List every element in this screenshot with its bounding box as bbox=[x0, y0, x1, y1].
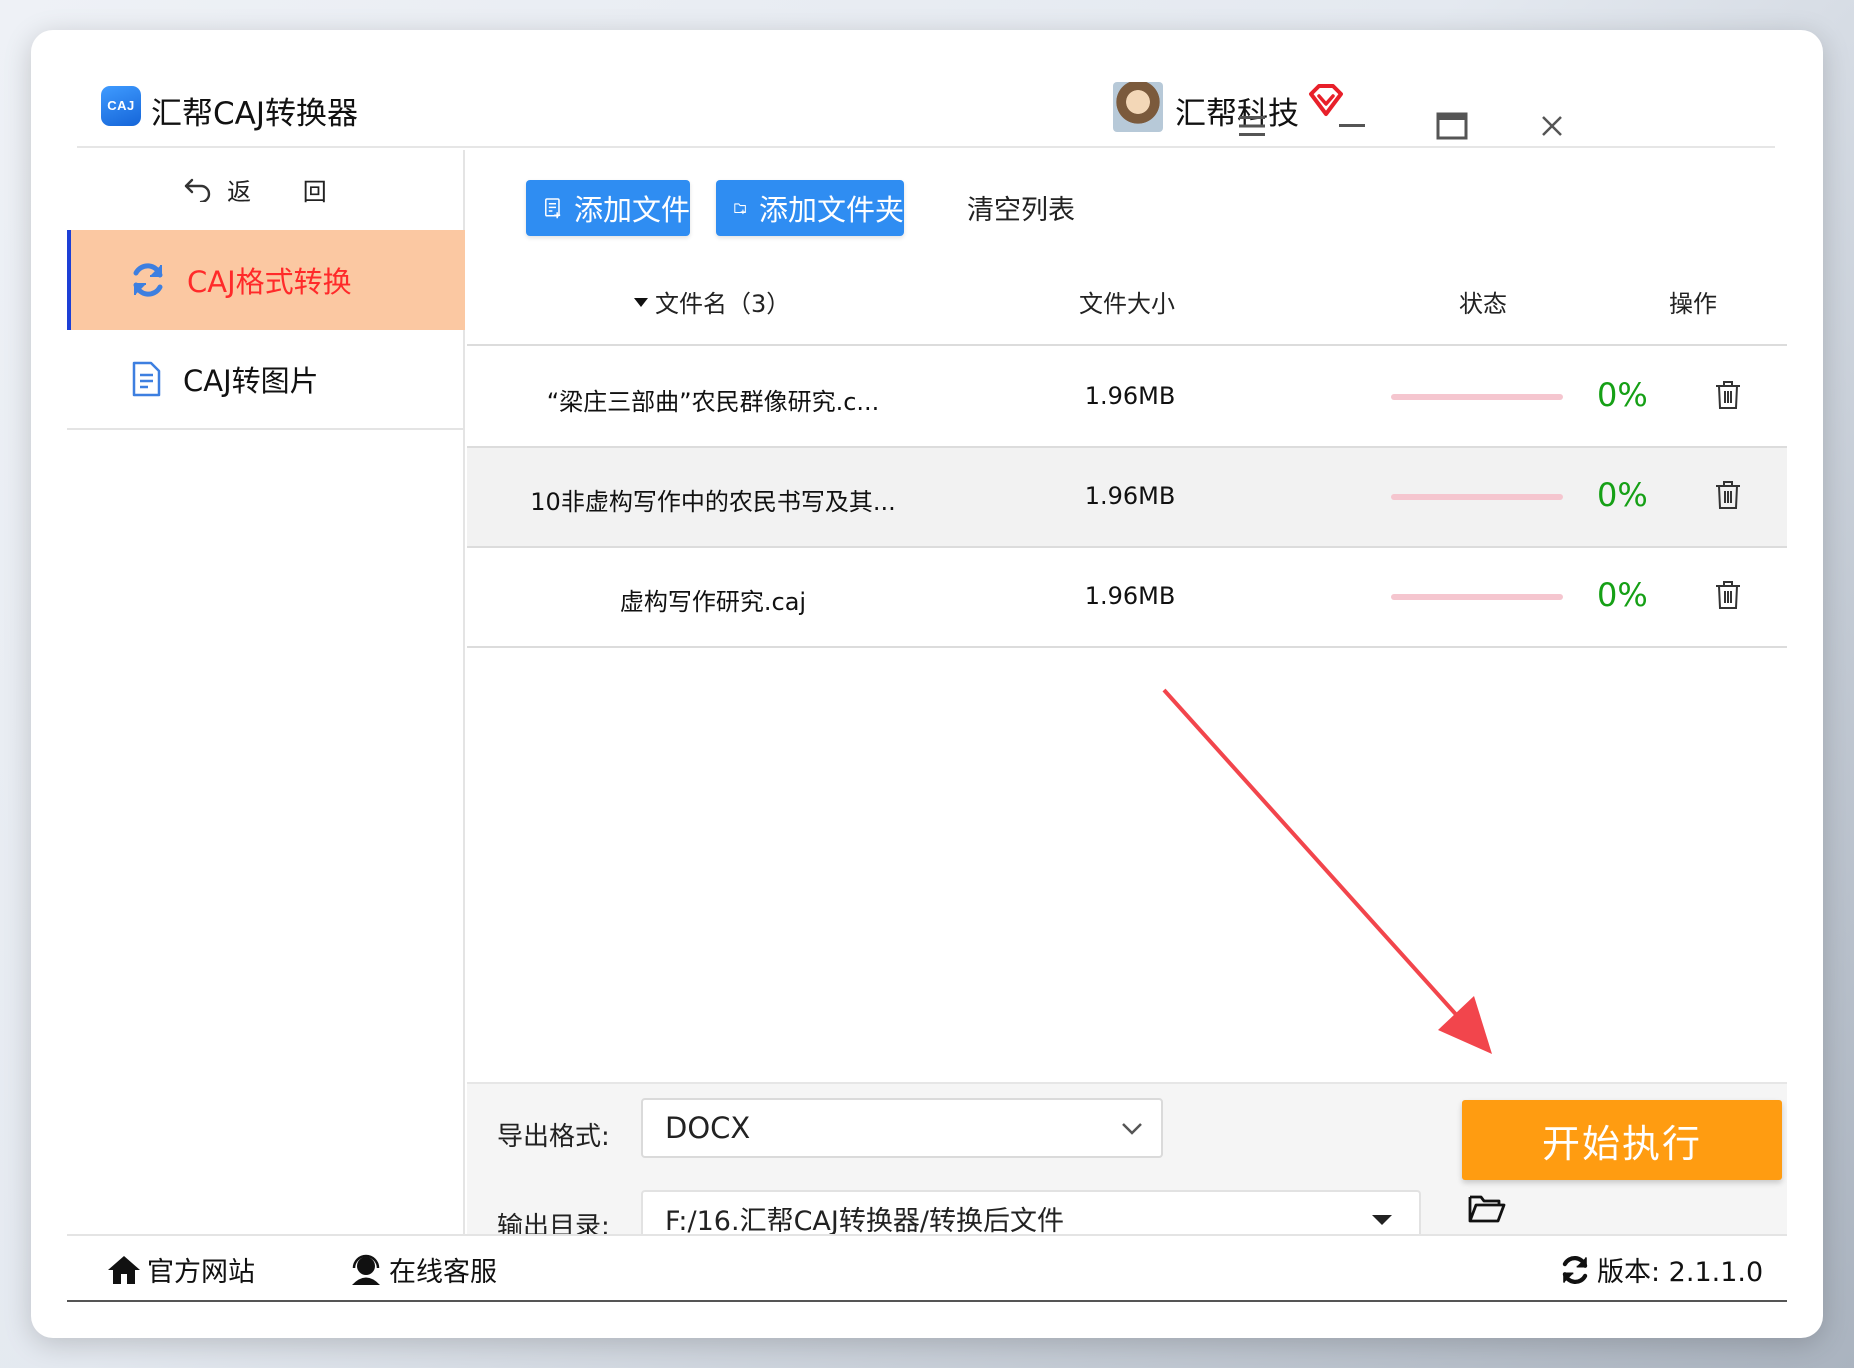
trash-icon[interactable] bbox=[1715, 380, 1741, 410]
format-label: 导出格式: bbox=[497, 1122, 610, 1152]
file-name: “梁庄三部曲”农民群像研究.c... bbox=[546, 388, 880, 416]
back-label: 返 回 bbox=[227, 177, 349, 206]
title-bar: CAJ 汇帮CAJ转换器 汇帮科技 bbox=[77, 30, 1775, 148]
main-panel: 添加文件 添加文件夹 清空列表 文件名（3） 文件大小 状态 操作 “梁庄三部曲… bbox=[467, 150, 1787, 1264]
website-label: 官方网站 bbox=[147, 1257, 255, 1288]
column-header-size: 文件大小 bbox=[1079, 290, 1175, 318]
sort-down-icon bbox=[634, 297, 648, 307]
status-percent: 0% bbox=[1597, 576, 1648, 614]
file-name: 虚构写作研究.caj bbox=[619, 588, 807, 616]
minimize-icon bbox=[1339, 124, 1365, 127]
menu-button[interactable] bbox=[1232, 106, 1272, 146]
dropdown-arrow-icon bbox=[1372, 1215, 1392, 1225]
clear-list-button[interactable]: 清空列表 bbox=[967, 188, 1075, 227]
file-size: 1.96MB bbox=[1084, 382, 1176, 410]
add-folder-label: 添加文件夹 bbox=[758, 193, 904, 227]
hamburger-icon bbox=[1239, 116, 1265, 136]
table-row[interactable]: 虚构写作研究.caj 1.96MB 0% bbox=[467, 548, 1787, 648]
home-icon bbox=[108, 1255, 140, 1284]
support-agent-icon bbox=[352, 1254, 380, 1285]
maximize-button[interactable] bbox=[1432, 106, 1472, 146]
file-size: 1.96MB bbox=[1084, 582, 1176, 610]
trash-icon[interactable] bbox=[1715, 580, 1741, 610]
chevron-down-icon bbox=[1122, 1123, 1142, 1135]
table-row[interactable]: “梁庄三部曲”农民群像研究.c... 1.96MB 0% bbox=[467, 348, 1787, 448]
add-file-icon bbox=[545, 198, 561, 219]
add-folder-button[interactable]: 添加文件夹 bbox=[716, 180, 904, 236]
app-logo-icon: CAJ bbox=[101, 86, 141, 126]
support-label: 在线客服 bbox=[389, 1257, 497, 1288]
format-select[interactable]: DOCX bbox=[641, 1098, 1163, 1158]
add-file-button[interactable]: 添加文件 bbox=[526, 180, 690, 236]
progress-bar bbox=[1391, 594, 1563, 600]
support-link[interactable]: 在线客服 bbox=[349, 1250, 497, 1289]
close-icon bbox=[1542, 116, 1562, 136]
progress-bar bbox=[1391, 394, 1563, 400]
back-arrow-icon bbox=[184, 178, 211, 202]
version-label: 版本: 2.1.1.0 bbox=[1597, 1257, 1764, 1288]
sidebar-item-caj-convert[interactable]: CAJ格式转换 bbox=[67, 230, 465, 330]
back-button[interactable]: 返 回 bbox=[67, 150, 465, 228]
column-header-name-label: 文件名（3） bbox=[655, 290, 791, 318]
file-name: 10非虚构写作中的农民书写及其... bbox=[530, 488, 896, 516]
footer: 官方网站 在线客服 版本: 2.1.1.0 bbox=[67, 1234, 1787, 1302]
update-icon bbox=[1562, 1255, 1588, 1284]
website-link[interactable]: 官方网站 bbox=[107, 1250, 255, 1289]
sidebar-item-label: CAJ格式转换 bbox=[187, 265, 352, 299]
column-header-status: 状态 bbox=[1459, 290, 1507, 318]
close-button[interactable] bbox=[1532, 106, 1572, 146]
file-table-header: 文件名（3） 文件大小 状态 操作 bbox=[467, 250, 1787, 346]
document-icon bbox=[132, 361, 161, 397]
refresh-icon bbox=[133, 263, 163, 297]
open-folder-icon[interactable] bbox=[1467, 1192, 1507, 1226]
progress-bar bbox=[1391, 494, 1563, 500]
column-header-action: 操作 bbox=[1669, 290, 1717, 318]
file-size: 1.96MB bbox=[1084, 482, 1176, 510]
maximize-icon bbox=[1436, 112, 1468, 140]
minimize-button[interactable] bbox=[1332, 106, 1372, 146]
sidebar: 返 回 CAJ格式转换 CAJ转图片 bbox=[67, 150, 465, 1234]
column-header-name[interactable]: 文件名（3） bbox=[633, 284, 790, 319]
status-percent: 0% bbox=[1597, 376, 1648, 414]
add-folder-icon bbox=[734, 203, 746, 215]
trash-icon[interactable] bbox=[1715, 480, 1741, 510]
table-row[interactable]: 10非虚构写作中的农民书写及其... 1.96MB 0% bbox=[467, 448, 1787, 548]
app-title: 汇帮CAJ转换器 bbox=[151, 96, 358, 132]
user-avatar[interactable] bbox=[1113, 82, 1163, 132]
format-select-value: DOCX bbox=[665, 1111, 751, 1145]
sidebar-item-caj-to-image[interactable]: CAJ转图片 bbox=[67, 330, 465, 430]
add-file-label: 添加文件 bbox=[573, 193, 690, 227]
sidebar-item-label: CAJ转图片 bbox=[183, 364, 319, 398]
output-dir-value: F:/16.汇帮CAJ转换器/转换后文件 bbox=[665, 1205, 1064, 1237]
app-window: CAJ 汇帮CAJ转换器 汇帮科技 返 回 CAJ格式转换 CAJ转图片 添加文… bbox=[31, 30, 1823, 1338]
status-percent: 0% bbox=[1597, 476, 1648, 514]
version-info: 版本: 2.1.1.0 bbox=[1559, 1250, 1763, 1289]
start-button[interactable]: 开始执行 bbox=[1462, 1100, 1782, 1180]
